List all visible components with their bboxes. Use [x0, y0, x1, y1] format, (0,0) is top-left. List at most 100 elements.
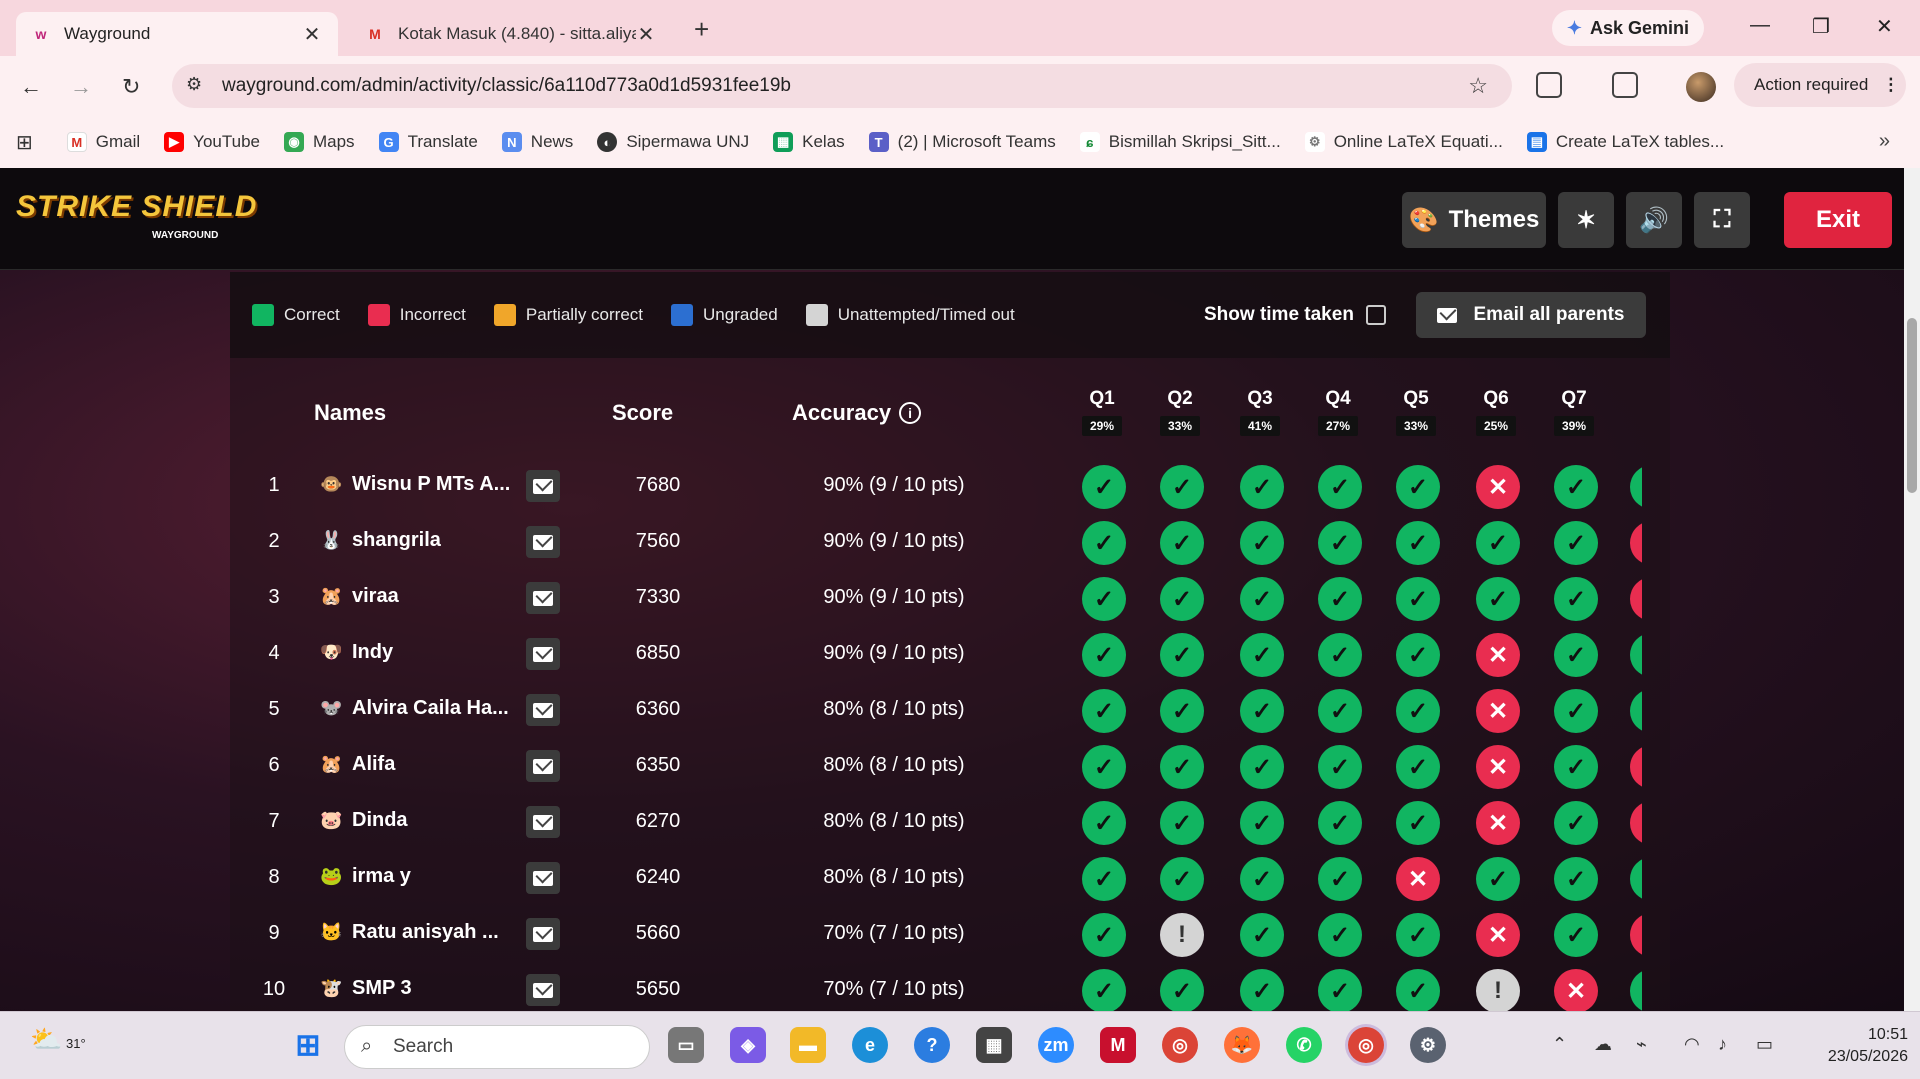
apps-grid-icon[interactable]: ⊞ [16, 130, 33, 155]
correct-check-icon[interactable]: ✓ [1318, 969, 1362, 1011]
volume-icon[interactable]: ♪ [1718, 1034, 1727, 1055]
correct-check-icon[interactable]: ✓ [1318, 521, 1362, 565]
correct-check-icon[interactable]: ✓ [1240, 801, 1284, 845]
correct-check-icon[interactable]: ✓ [1554, 913, 1598, 957]
profile-avatar[interactable] [1686, 72, 1716, 102]
correct-check-icon[interactable]: ✓ [1318, 689, 1362, 733]
incorrect-cross-icon[interactable] [1630, 913, 1642, 957]
show-time-toggle[interactable]: Show time taken [1204, 304, 1386, 326]
network-icon[interactable]: ⌁ [1636, 1034, 1647, 1055]
question-header-7[interactable]: Q7 39% [1554, 388, 1594, 436]
correct-check-icon[interactable]: ✓ [1240, 465, 1284, 509]
bookmark-skripsi[interactable]: ɕ Bismillah Skripsi_Sitt... [1079, 132, 1281, 152]
score-header[interactable]: Score [612, 400, 673, 426]
correct-check-icon[interactable]: ✓ [1240, 521, 1284, 565]
student-name[interactable]: Wisnu P MTs A... [352, 473, 510, 496]
address-bar[interactable]: ⚙ wayground.com/admin/activity/classic/6… [172, 64, 1512, 108]
weather-widget[interactable]: ⛅ 31° [30, 1024, 86, 1055]
correct-check-icon[interactable]: ✓ [1396, 913, 1440, 957]
extensions-icon[interactable] [1536, 72, 1562, 98]
taskbar-search[interactable]: ⌕ Search [344, 1025, 650, 1069]
effects-toggle-button[interactable]: ✶ [1558, 192, 1614, 248]
unattempted-exclamation-icon[interactable]: ! [1476, 969, 1520, 1011]
table-row[interactable]: 10 🐮 SMP 3 5650 70% (7 / 10 pts) ✓ ✓ ✓ ✓ ✓! ✕ [230, 962, 1670, 1011]
correct-check-icon[interactable]: ✓ [1160, 745, 1204, 789]
correct-check-icon[interactable] [1630, 689, 1642, 733]
file-explorer-icon[interactable]: ▬ [790, 1027, 826, 1063]
correct-check-icon[interactable]: ✓ [1240, 857, 1284, 901]
email-parent-button[interactable] [526, 806, 560, 838]
incorrect-cross-icon[interactable] [1630, 801, 1642, 845]
bookmark-star-icon[interactable]: ☆ [1468, 73, 1488, 99]
bookmark-sipermawa[interactable]: ◐ Sipermawa UNJ [597, 132, 749, 152]
table-row[interactable]: 6 🐹 Alifa 6350 80% (8 / 10 pts) ✓ ✓ ✓ ✓ ✓ ✕ ✓ [230, 738, 1670, 794]
correct-check-icon[interactable]: ✓ [1240, 969, 1284, 1011]
email-parent-button[interactable] [526, 470, 560, 502]
email-parent-button[interactable] [526, 918, 560, 950]
store-icon[interactable]: ▦ [976, 1027, 1012, 1063]
email-parent-button[interactable] [526, 694, 560, 726]
correct-check-icon[interactable]: ✓ [1318, 745, 1362, 789]
incorrect-cross-icon[interactable]: ✕ [1476, 745, 1520, 789]
email-parent-button[interactable] [526, 638, 560, 670]
show-time-checkbox[interactable] [1365, 305, 1386, 325]
restore-icon[interactable]: ❐ [1812, 14, 1830, 39]
correct-check-icon[interactable]: ✓ [1082, 465, 1126, 509]
correct-check-icon[interactable]: ✓ [1396, 465, 1440, 509]
question-header-1[interactable]: Q1 29% [1082, 388, 1122, 436]
tab-gmail[interactable]: M Kotak Masuk (4.840) - sitta.aliya ✕ [350, 12, 672, 56]
correct-check-icon[interactable]: ✓ [1554, 745, 1598, 789]
system-clock[interactable]: 10:51 23/05/2026 [1818, 1024, 1908, 1068]
bookmark-maps[interactable]: ◉ Maps [283, 132, 355, 152]
close-tab-icon[interactable]: ✕ [636, 22, 656, 47]
correct-check-icon[interactable]: ✓ [1160, 801, 1204, 845]
correct-check-icon[interactable]: ✓ [1240, 913, 1284, 957]
email-parent-button[interactable] [526, 974, 560, 1006]
incorrect-cross-icon[interactable]: ✕ [1476, 801, 1520, 845]
incorrect-cross-icon[interactable] [1630, 521, 1642, 565]
minimize-icon[interactable]: — [1750, 14, 1770, 37]
reload-icon[interactable]: ↻ [122, 74, 140, 100]
correct-check-icon[interactable]: ✓ [1318, 913, 1362, 957]
correct-check-icon[interactable]: ✓ [1160, 465, 1204, 509]
incorrect-cross-icon[interactable]: ✕ [1476, 633, 1520, 677]
incorrect-cross-icon[interactable]: ✕ [1476, 465, 1520, 509]
correct-check-icon[interactable] [1630, 465, 1642, 509]
correct-check-icon[interactable]: ✓ [1082, 521, 1126, 565]
correct-check-icon[interactable]: ✓ [1396, 801, 1440, 845]
ask-gemini-button[interactable]: ✦ Ask Gemini [1552, 10, 1704, 46]
correct-check-icon[interactable]: ✓ [1082, 969, 1126, 1011]
new-tab-icon[interactable]: + [694, 14, 709, 45]
exit-button[interactable]: Exit [1784, 192, 1892, 248]
student-name[interactable]: Indy [352, 641, 393, 664]
edge-icon[interactable]: e [852, 1027, 888, 1063]
correct-check-icon[interactable]: ✓ [1082, 745, 1126, 789]
correct-check-icon[interactable]: ✓ [1240, 577, 1284, 621]
correct-check-icon[interactable]: ✓ [1476, 577, 1520, 621]
wifi-icon[interactable]: ◠ [1684, 1034, 1700, 1055]
question-header-4[interactable]: Q4 27% [1318, 388, 1358, 436]
correct-check-icon[interactable]: ✓ [1554, 577, 1598, 621]
chevron-up-icon[interactable]: ⌃ [1552, 1034, 1567, 1055]
correct-check-icon[interactable]: ✓ [1318, 577, 1362, 621]
correct-check-icon[interactable] [1630, 857, 1642, 901]
correct-check-icon[interactable]: ✓ [1160, 857, 1204, 901]
correct-check-icon[interactable] [1630, 633, 1642, 677]
correct-check-icon[interactable]: ✓ [1554, 689, 1598, 733]
table-row[interactable]: 4 🐶 Indy 6850 90% (9 / 10 pts) ✓ ✓ ✓ ✓ ✓ ✕ ✓ [230, 626, 1670, 682]
close-window-icon[interactable]: ✕ [1876, 14, 1893, 39]
tab-search-icon[interactable] [1612, 72, 1638, 98]
email-parent-button[interactable] [526, 526, 560, 558]
correct-check-icon[interactable]: ✓ [1476, 521, 1520, 565]
sound-toggle-button[interactable]: 🔊 [1626, 192, 1682, 248]
student-name[interactable]: Alifa [352, 753, 395, 776]
student-name[interactable]: Ratu anisyah ... [352, 921, 499, 944]
incorrect-cross-icon[interactable]: ✕ [1476, 913, 1520, 957]
incorrect-cross-icon[interactable]: ✕ [1476, 689, 1520, 733]
fullscreen-button[interactable]: ⛶ [1694, 192, 1750, 248]
bookmark-news[interactable]: N News [501, 132, 573, 152]
correct-check-icon[interactable]: ✓ [1318, 465, 1362, 509]
table-row[interactable]: 3 🐹 viraa 7330 90% (9 / 10 pts) ✓ ✓ ✓ ✓ ✓ ✓ ✓ [230, 570, 1670, 626]
chrome-icon[interactable]: ◎ [1162, 1027, 1198, 1063]
table-row[interactable]: 5 🐭 Alvira Caila Ha... 6360 80% (8 / 10 pts)… [230, 682, 1670, 738]
